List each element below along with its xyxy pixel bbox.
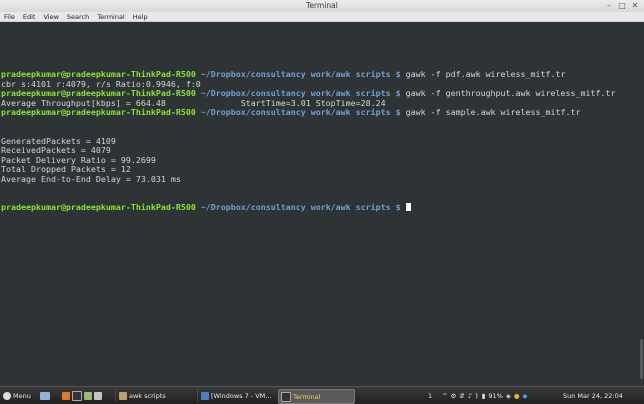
clock-text: Sun Mar 24, 22:04: [563, 391, 623, 400]
task-awk-scripts[interactable]: awk scripts: [115, 389, 169, 402]
settings-icon[interactable]: ⚙: [450, 392, 456, 400]
active-prompt: pradeepkumar@pradeepkumar-ThinkPad-R500 …: [1, 202, 411, 213]
prompt-user: pradeepkumar@pradeepkumar-ThinkPad-R500: [1, 107, 196, 117]
menu-icon: [3, 391, 11, 400]
prompt-path: ~/Dropbox/consultancy work/awk scripts: [200, 88, 391, 98]
network-icon[interactable]: ⇵: [459, 392, 464, 400]
dropbox-icon[interactable]: ◆: [523, 392, 528, 400]
terminal-icon: [281, 391, 291, 402]
desktop-icon: [40, 391, 50, 400]
window-title: Terminal: [306, 1, 338, 10]
terminal-output[interactable]: pradeepkumar@pradeepkumar-ThinkPad-R500 …: [0, 23, 644, 383]
prompt-user: pradeepkumar@pradeepkumar-ThinkPad-R500: [1, 69, 196, 79]
command-line: pradeepkumar@pradeepkumar-ThinkPad-R500 …: [1, 107, 581, 118]
menu-edit[interactable]: Edit: [23, 12, 36, 22]
prompt-user: pradeepkumar@pradeepkumar-ThinkPad-R500: [1, 88, 196, 98]
shield-icon[interactable]: ◈: [506, 392, 511, 400]
firefox-icon[interactable]: [62, 391, 70, 400]
expand-tray-icon[interactable]: ^: [442, 392, 447, 400]
task-virtualbox[interactable]: [Windows 7 - VM...: [197, 389, 274, 402]
menu-view[interactable]: View: [43, 12, 58, 22]
output-line: Average End-to-End Delay = 73.031 ms: [1, 174, 181, 184]
workspace-indicator[interactable]: 1: [428, 387, 432, 404]
task-label: [Windows 7 - VM...: [211, 391, 272, 400]
command-text: gawk -f sample.awk wireless_mitf.tr: [405, 107, 581, 117]
prompt-path: ~/Dropbox/consultancy work/awk scripts: [200, 107, 391, 117]
taskbar: Menu awk scripts [Windows 7 - VM... Term…: [0, 386, 644, 404]
prompt-symbol: $: [395, 202, 401, 212]
prompt-symbol: $: [395, 107, 401, 117]
menu-file[interactable]: File: [4, 12, 15, 22]
clock[interactable]: Sun Mar 24, 22:04: [563, 387, 623, 404]
task-label: Terminal: [293, 392, 321, 401]
minimize-icon[interactable]: –: [604, 0, 614, 12]
prompt-path: ~/Dropbox/consultancy work/awk scripts: [200, 202, 391, 212]
command-text: gawk -f pdf.awk wireless_mitf.tr: [405, 69, 566, 79]
menu-search[interactable]: Search: [67, 12, 89, 22]
window-controls: – □ ✕: [604, 0, 640, 12]
start-menu-button[interactable]: Menu: [3, 387, 31, 404]
prompt-path: ~/Dropbox/consultancy work/awk scripts: [200, 69, 391, 79]
system-tray: ^ ⚙ ⇵ ♪ ᛒ ▮ 91% ◈ ● ◆: [442, 387, 528, 404]
bluetooth-icon[interactable]: ᛒ: [475, 392, 479, 400]
quick-launch: [62, 387, 104, 404]
battery-icon[interactable]: ▮: [482, 392, 486, 400]
close-icon[interactable]: ✕: [630, 0, 640, 12]
task-terminal[interactable]: Terminal: [278, 389, 355, 404]
files-icon[interactable]: [84, 391, 92, 400]
start-menu-label: Menu: [13, 391, 31, 400]
show-desktop-button[interactable]: [40, 387, 52, 404]
volume-icon[interactable]: ♪: [468, 392, 472, 400]
menu-terminal[interactable]: Terminal: [97, 12, 124, 22]
workspace-number: 1: [428, 391, 433, 400]
terminal-launcher-icon[interactable]: [72, 390, 82, 401]
scrollbar[interactable]: [639, 23, 644, 383]
maximize-icon[interactable]: □: [617, 0, 627, 12]
task-label: awk scripts: [129, 391, 166, 400]
prompt-symbol: $: [395, 88, 401, 98]
text-cursor: [405, 203, 411, 211]
virtualbox-icon: [201, 391, 209, 400]
folder-icon: [119, 391, 127, 400]
text-editor-icon[interactable]: [94, 391, 102, 400]
prompt-user: pradeepkumar@pradeepkumar-ThinkPad-R500: [1, 202, 196, 212]
battery-level: 91%: [488, 391, 503, 400]
menubar: File Edit View Search Terminal Help: [0, 12, 644, 22]
chrome-icon[interactable]: ●: [514, 392, 520, 400]
menu-help[interactable]: Help: [133, 12, 148, 22]
prompt-symbol: $: [395, 69, 401, 79]
command-text: gawk -f genthroughput.awk wireless_mitf.…: [405, 88, 616, 98]
scroll-thumb[interactable]: [640, 339, 643, 379]
